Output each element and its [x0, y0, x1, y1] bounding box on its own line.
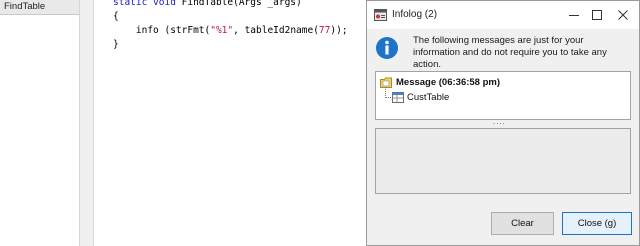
code-open-brace: {: [113, 11, 119, 22]
message-header-row[interactable]: Message (06:36:58 pm): [380, 75, 500, 89]
method-tree: FindTable: [0, 0, 80, 246]
tree-item-findtable[interactable]: FindTable: [0, 0, 79, 15]
close-window-button[interactable]: [609, 5, 637, 25]
code-close-brace: }: [113, 39, 119, 50]
code-block: static void FindTable(Args _args) { info…: [113, 0, 348, 52]
info-icon: [376, 37, 398, 59]
title-bar[interactable]: Infolog (2): [367, 1, 639, 29]
maximize-button[interactable]: [583, 5, 611, 25]
table-icon: [392, 91, 404, 103]
code-keyword: static void: [113, 0, 176, 8]
code-string: "%1": [210, 25, 234, 36]
code-call-mid: , tableId2name(: [233, 25, 319, 36]
infolog-window: Infolog (2) The following messages are j…: [366, 0, 640, 246]
message-child-label: CustTable: [407, 91, 450, 103]
tree-item-label: FindTable: [4, 1, 46, 12]
close-button[interactable]: Close (g): [562, 212, 632, 235]
message-detail-pane[interactable]: [375, 128, 631, 194]
pane-splitter[interactable]: ....: [493, 118, 506, 126]
code-call-end: ));: [330, 25, 348, 36]
message-folder-icon: [380, 77, 392, 88]
info-message: The following messages are just for your…: [413, 35, 607, 70]
window-title: Infolog (2): [392, 9, 438, 20]
code-call: info (strFmt(: [113, 25, 211, 36]
maximize-icon: [592, 10, 602, 20]
editor-gutter: [80, 0, 94, 246]
code-number: 77: [318, 25, 331, 36]
code-method-signature: FindTable(Args _args): [175, 0, 302, 8]
clear-button[interactable]: Clear: [491, 212, 554, 235]
message-child-row[interactable]: CustTable: [392, 90, 449, 104]
minimize-icon: [569, 15, 579, 16]
message-tree[interactable]: Message (06:36:58 pm) CustTable: [375, 71, 631, 120]
infolog-app-icon: [374, 9, 387, 21]
message-header-label: Message (06:36:58 pm): [396, 76, 501, 88]
close-icon: [618, 10, 628, 20]
